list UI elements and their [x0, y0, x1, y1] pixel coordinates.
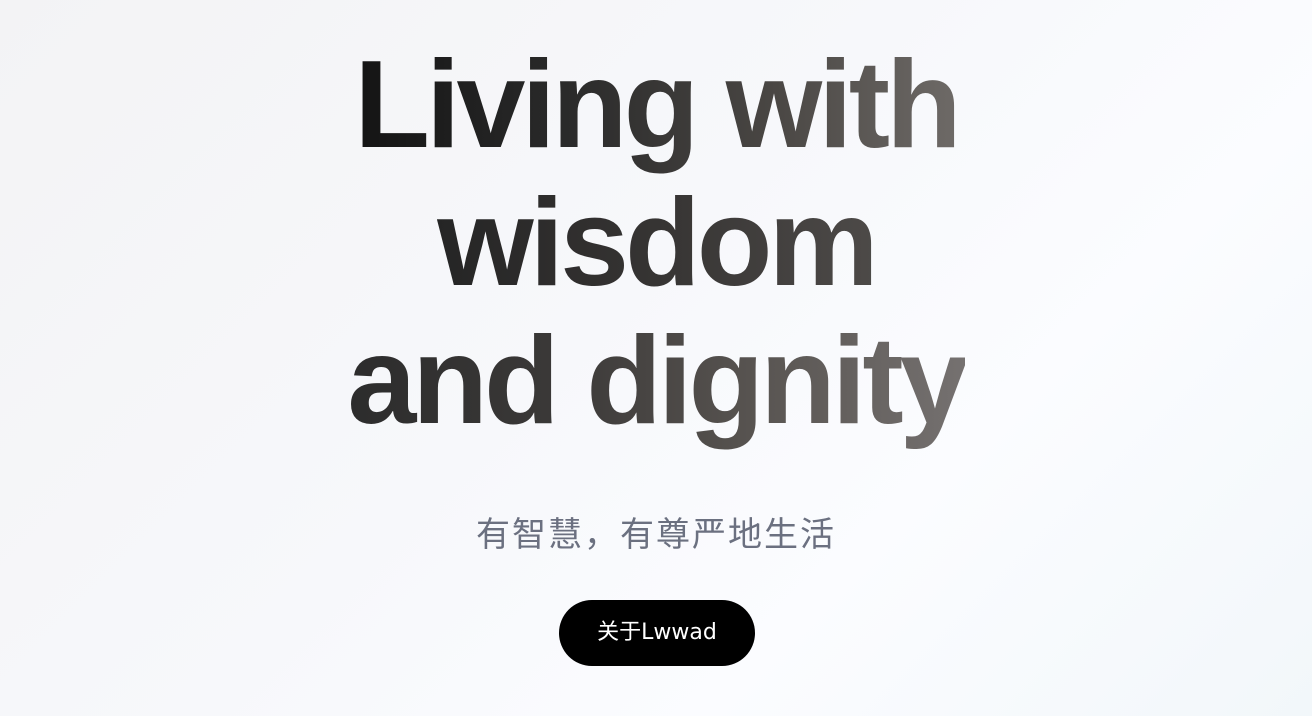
hero-section: Living with wisdom and dignity 有智慧，有尊严地生… — [0, 0, 1312, 716]
headline-line-2: wisdom — [437, 174, 879, 312]
hero-headline: Living with wisdom and dignity — [0, 36, 1312, 450]
about-button[interactable]: 关于Lwwad — [559, 600, 755, 666]
headline-line-1: Living with — [354, 36, 961, 174]
hero-subtitle: 有智慧，有尊严地生活 — [476, 515, 836, 555]
headline-line-3: and dignity — [347, 312, 968, 450]
